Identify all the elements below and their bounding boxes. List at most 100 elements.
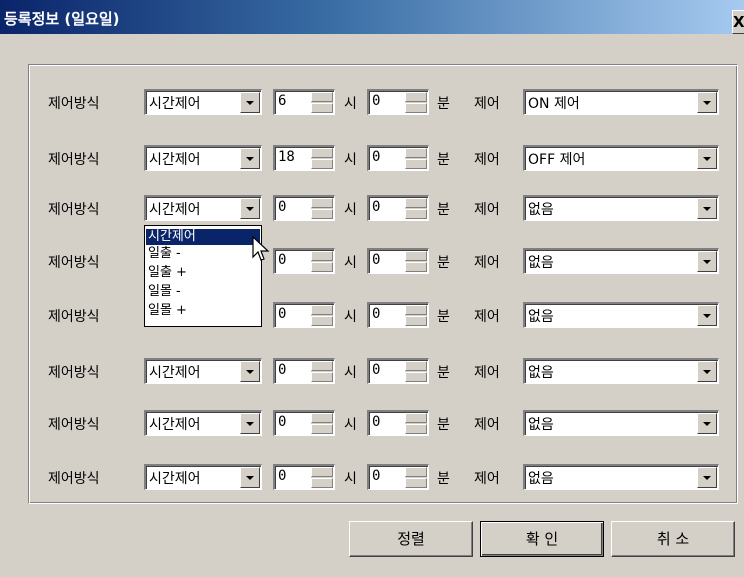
- control-method-combo[interactable]: 시간제어: [144, 358, 262, 384]
- minute-value[interactable]: 0: [372, 149, 380, 165]
- spin-buttons-icon[interactable]: [405, 251, 427, 272]
- spin-buttons-icon[interactable]: [405, 413, 427, 434]
- minute-value[interactable]: 0: [372, 252, 380, 268]
- minute-label: 분: [437, 255, 450, 271]
- hour-value[interactable]: 0: [278, 199, 286, 215]
- hour-label: 시: [344, 202, 357, 218]
- spin-buttons-icon[interactable]: [311, 413, 333, 434]
- control-action-combo[interactable]: ON 제어: [523, 89, 719, 115]
- minute-value[interactable]: 0: [372, 306, 380, 322]
- spin-buttons-icon[interactable]: [311, 305, 333, 326]
- dropdown-option[interactable]: 일출 +: [146, 265, 260, 281]
- dropdown-arrow-icon[interactable]: [697, 251, 717, 272]
- control-action-combo[interactable]: 없음: [523, 464, 719, 490]
- dropdown-arrow-icon[interactable]: [697, 467, 717, 488]
- spin-buttons-icon[interactable]: [405, 148, 427, 169]
- ok-button[interactable]: 확 인: [480, 521, 604, 557]
- control-method-label: 제어방식: [48, 471, 100, 487]
- hour-value[interactable]: 0: [278, 414, 286, 430]
- spin-buttons-icon[interactable]: [405, 467, 427, 488]
- dropdown-arrow-icon[interactable]: [697, 305, 717, 326]
- control-method-label: 제어방식: [48, 255, 100, 271]
- spin-buttons-icon[interactable]: [405, 198, 427, 219]
- hour-value[interactable]: 0: [278, 468, 286, 484]
- dropdown-option[interactable]: 일출 -: [146, 246, 260, 262]
- dropdown-arrow-icon[interactable]: [240, 148, 260, 169]
- dropdown-arrow-icon[interactable]: [697, 413, 717, 434]
- spin-buttons-icon[interactable]: [405, 361, 427, 382]
- control-action-value: ON 제어: [528, 96, 580, 112]
- control-method-combo[interactable]: 시간제어: [144, 195, 262, 221]
- minute-spinner[interactable]: 0: [367, 302, 429, 328]
- control-label: 제어: [474, 309, 500, 325]
- minute-spinner[interactable]: 0: [367, 145, 429, 171]
- control-method-combo[interactable]: 시간제어: [144, 145, 262, 171]
- minute-value[interactable]: 0: [372, 93, 380, 109]
- spin-buttons-icon[interactable]: [311, 92, 333, 113]
- title-bar[interactable]: 등록정보 (일요일) X: [0, 0, 744, 34]
- dropdown-arrow-icon[interactable]: [240, 413, 260, 434]
- minute-spinner[interactable]: 0: [367, 248, 429, 274]
- minute-value[interactable]: 0: [372, 362, 380, 378]
- minute-spinner[interactable]: 0: [367, 195, 429, 221]
- dropdown-arrow-icon[interactable]: [697, 198, 717, 219]
- cancel-button[interactable]: 취 소: [611, 521, 735, 557]
- spin-buttons-icon[interactable]: [311, 467, 333, 488]
- control-method-label: 제어방식: [48, 417, 100, 433]
- spin-buttons-icon[interactable]: [311, 361, 333, 382]
- minute-label: 분: [437, 96, 450, 112]
- hour-spinner[interactable]: 0: [273, 464, 335, 490]
- minute-spinner[interactable]: 0: [367, 358, 429, 384]
- minute-value[interactable]: 0: [372, 468, 380, 484]
- hour-label: 시: [344, 471, 357, 487]
- spin-buttons-icon[interactable]: [405, 305, 427, 326]
- minute-value[interactable]: 0: [372, 414, 380, 430]
- hour-value[interactable]: 0: [278, 362, 286, 378]
- sort-button[interactable]: 정렬: [349, 521, 473, 557]
- hour-spinner[interactable]: 0: [273, 248, 335, 274]
- hour-value[interactable]: 0: [278, 306, 286, 322]
- minute-value[interactable]: 0: [372, 199, 380, 215]
- control-action-combo[interactable]: 없음: [523, 358, 719, 384]
- spin-buttons-icon[interactable]: [311, 198, 333, 219]
- dropdown-arrow-icon[interactable]: [240, 361, 260, 382]
- control-method-combo[interactable]: 시간제어: [144, 410, 262, 436]
- hour-spinner[interactable]: 0: [273, 410, 335, 436]
- hour-spinner[interactable]: 0: [273, 302, 335, 328]
- dropdown-option[interactable]: 시간제어: [146, 229, 260, 245]
- spin-buttons-icon[interactable]: [405, 92, 427, 113]
- control-action-combo[interactable]: 없음: [523, 410, 719, 436]
- hour-spinner[interactable]: 6: [273, 89, 335, 115]
- minute-spinner[interactable]: 0: [367, 89, 429, 115]
- dropdown-arrow-icon[interactable]: [240, 198, 260, 219]
- dropdown-option[interactable]: 일몰 -: [146, 284, 260, 300]
- control-action-combo[interactable]: 없음: [523, 248, 719, 274]
- minute-spinner[interactable]: 0: [367, 410, 429, 436]
- hour-value[interactable]: 18: [278, 149, 295, 165]
- dropdown-arrow-icon[interactable]: [697, 148, 717, 169]
- minute-spinner[interactable]: 0: [367, 464, 429, 490]
- dropdown-arrow-icon[interactable]: [240, 92, 260, 113]
- control-label: 제어: [474, 152, 500, 168]
- minute-label: 분: [437, 471, 450, 487]
- control-method-combo[interactable]: 시간제어: [144, 89, 262, 115]
- hour-value[interactable]: 6: [278, 93, 286, 109]
- control-method-combo[interactable]: 시간제어: [144, 464, 262, 490]
- control-action-value: 없음: [528, 417, 554, 433]
- dropdown-arrow-icon[interactable]: [240, 467, 260, 488]
- control-action-combo[interactable]: OFF 제어: [523, 145, 719, 171]
- close-button[interactable]: X: [732, 10, 744, 34]
- control-label: 제어: [474, 202, 500, 218]
- spin-buttons-icon[interactable]: [311, 148, 333, 169]
- hour-spinner[interactable]: 18: [273, 145, 335, 171]
- control-action-combo[interactable]: 없음: [523, 195, 719, 221]
- control-method-dropdown-list[interactable]: 시간제어 일출 - 일출 + 일몰 - 일몰 +: [144, 225, 262, 327]
- dropdown-arrow-icon[interactable]: [697, 92, 717, 113]
- control-action-combo[interactable]: 없음: [523, 302, 719, 328]
- hour-spinner[interactable]: 0: [273, 358, 335, 384]
- hour-value[interactable]: 0: [278, 252, 286, 268]
- hour-spinner[interactable]: 0: [273, 195, 335, 221]
- dropdown-option[interactable]: 일몰 +: [146, 303, 260, 319]
- spin-buttons-icon[interactable]: [311, 251, 333, 272]
- dropdown-arrow-icon[interactable]: [697, 361, 717, 382]
